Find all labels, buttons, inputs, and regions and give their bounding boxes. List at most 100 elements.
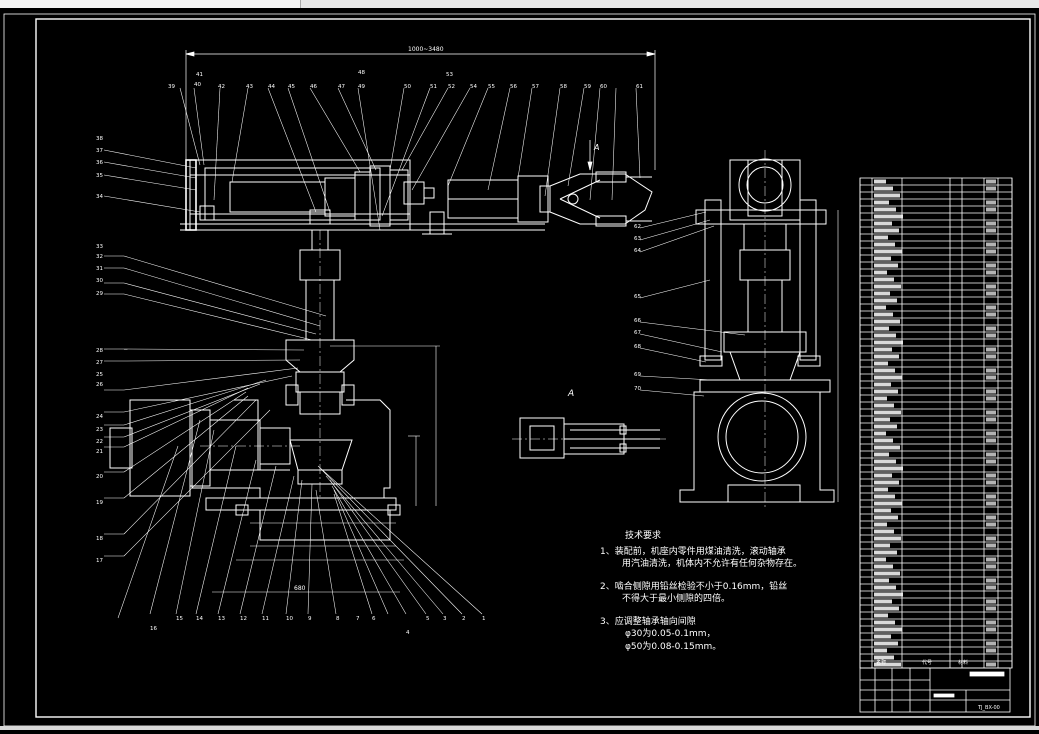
balloon-12: 12 <box>240 616 247 622</box>
balloon-24: 24 <box>96 414 103 420</box>
balloon-54: 54 <box>470 84 477 90</box>
balloon-70: 70 <box>634 386 641 392</box>
balloon-27: 27 <box>96 360 103 366</box>
balloon-25: 25 <box>96 372 103 378</box>
balloon-44: 44 <box>268 84 275 90</box>
title-block-code-label: 代号 <box>922 659 932 666</box>
balloon-52: 52 <box>448 84 455 90</box>
balloon-13: 13 <box>218 616 225 622</box>
tech-req-item-2: 2、啮合侧隙用铅丝检验不小于0.16mm，铅丝 不得大于最小侧隙的四倍。 <box>600 581 850 606</box>
balloon-30: 30 <box>96 278 103 284</box>
balloon-10: 10 <box>286 616 293 622</box>
application-tab-strip <box>0 0 301 8</box>
title-block-drawing-no: TJ_BX-00 <box>977 705 1000 711</box>
balloon-41: 41 <box>196 72 203 78</box>
balloon-60: 60 <box>600 84 607 90</box>
balloon-20: 20 <box>96 474 103 480</box>
balloon-4: 4 <box>406 630 410 636</box>
tech-req-item-1: 1、装配前，机座内零件用煤油清洗，滚动轴承 用汽油清洗，机体内不允许有任何杂物存… <box>600 546 850 571</box>
balloon-37: 37 <box>96 148 103 154</box>
tech-req-item-3: 3、应调整轴承轴向间隙 φ30为0.05-0.1mm， φ50为0.08-0.1… <box>600 616 850 654</box>
balloon-50: 50 <box>404 84 411 90</box>
balloon-26: 26 <box>96 382 103 388</box>
balloon-40: 40 <box>194 82 201 88</box>
balloon-66: 66 <box>634 318 641 324</box>
balloon-57: 57 <box>532 84 539 90</box>
balloon-35: 35 <box>96 173 103 179</box>
balloon-49: 49 <box>358 84 365 90</box>
balloon-15: 15 <box>176 616 183 622</box>
base-dimension-text: 680 <box>294 585 306 592</box>
balloon-45: 45 <box>288 84 295 90</box>
balloon-58: 58 <box>560 84 567 90</box>
balloon-36: 36 <box>96 160 103 166</box>
tech-req-2-line1: 啮合侧隙用铅丝检验不小于0.16mm，铅丝 <box>614 581 788 592</box>
arm-assembly <box>180 159 653 235</box>
balloon-17: 17 <box>96 558 103 564</box>
bottom-scroll-edge <box>0 726 1039 730</box>
title-block-material-label: 材料 <box>958 659 968 666</box>
drawing-sheet: 1000~3480 680 A A TJ_BX-00 名称 代号 材料 1 2 … <box>0 8 1039 730</box>
tech-req-3-m2: φ50为0.08-0.15mm。 <box>625 641 722 652</box>
tech-req-2-num: 2、 <box>600 581 615 592</box>
leader-lines-side <box>639 211 746 397</box>
stroke-dimension <box>185 50 656 170</box>
balloon-48: 48 <box>358 70 365 76</box>
balloon-61: 61 <box>636 84 643 90</box>
balloon-59: 59 <box>584 84 591 90</box>
vertical-column <box>285 229 355 500</box>
balloon-14: 14 <box>196 616 203 622</box>
balloon-7: 7 <box>356 616 360 622</box>
balloon-18: 18 <box>96 536 103 542</box>
balloon-33: 33 <box>96 244 103 250</box>
balloon-55: 55 <box>488 84 495 90</box>
balloon-63: 63 <box>634 236 641 242</box>
balloon-32: 32 <box>96 254 103 260</box>
title-block-name-label: 名称 <box>876 659 886 666</box>
detail-view-a <box>512 417 668 459</box>
balloon-8: 8 <box>336 616 340 622</box>
tech-req-3-line1: 应调整轴承轴向间隙 <box>614 616 696 627</box>
balloon-42: 42 <box>218 84 225 90</box>
view-arrow-a <box>587 140 593 171</box>
balloon-3: 3 <box>443 616 447 622</box>
balloon-46: 46 <box>310 84 317 90</box>
balloon-67: 67 <box>634 330 641 336</box>
balloon-69: 69 <box>634 372 641 378</box>
balloon-38: 38 <box>96 136 103 142</box>
detail-view-label: A <box>567 389 574 399</box>
balloon-34: 34 <box>96 194 103 200</box>
balloon-11: 11 <box>262 616 269 622</box>
balloon-22: 22 <box>96 439 103 445</box>
balloon-28: 28 <box>96 348 103 354</box>
tech-req-3-num: 3、 <box>600 616 615 627</box>
view-arrow-label: A <box>593 143 599 152</box>
balloon-6: 6 <box>372 616 376 622</box>
balloon-16: 16 <box>150 626 157 632</box>
balloon-51: 51 <box>430 84 437 90</box>
balloon-47: 47 <box>338 84 345 90</box>
balloon-68: 68 <box>634 344 641 350</box>
balloon-9: 9 <box>308 616 312 622</box>
balloon-5: 5 <box>426 616 430 622</box>
balloon-64: 64 <box>634 248 641 254</box>
balloon-2: 2 <box>462 616 466 622</box>
tech-req-1-num: 1、 <box>600 546 615 557</box>
tech-req-2-line2: 不得大于最小侧隙的四倍。 <box>622 594 731 604</box>
balloon-39: 39 <box>168 84 175 90</box>
tech-req-1-line2: 用汽油清洗，机体内不允许有任何杂物存在。 <box>622 559 803 569</box>
balloon-53: 53 <box>446 72 453 78</box>
technical-requirements: 技术要求 1、装配前，机座内零件用煤油清洗，滚动轴承 用汽油清洗，机体内不允许有… <box>600 530 850 663</box>
balloon-23: 23 <box>96 427 103 433</box>
cad-drawing: 1000~3480 680 A A TJ_BX-00 名称 代号 材料 1234… <box>3 13 1036 727</box>
balloon-62: 62 <box>634 224 641 230</box>
balloon-21: 21 <box>96 449 103 455</box>
application-top-bar <box>0 0 1039 8</box>
balloon-31: 31 <box>96 266 103 272</box>
balloon-1: 1 <box>482 616 486 622</box>
tech-req-title: 技术要求 <box>625 531 662 541</box>
balloon-65: 65 <box>634 294 641 300</box>
balloon-19: 19 <box>96 500 103 506</box>
balloon-43: 43 <box>246 84 253 90</box>
parts-table <box>859 177 1013 669</box>
